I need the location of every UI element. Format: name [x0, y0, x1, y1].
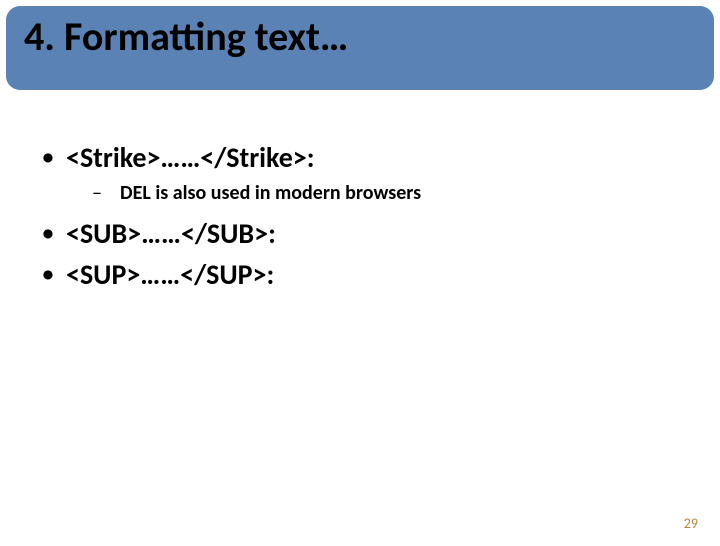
page-number: 29: [684, 515, 698, 532]
bullet-text: <SUB>……</SUB>:: [66, 216, 276, 252]
bullet-marker: •: [30, 140, 66, 174]
bullet-marker: •: [30, 257, 66, 291]
title-bar: 4. Formatting text…: [6, 6, 714, 90]
slide-content: • <Strike>……</Strike>: – DEL is also use…: [0, 90, 720, 293]
bullet-item: • <SUB>……</SUB>:: [30, 216, 690, 252]
bullet-marker: •: [30, 216, 66, 250]
bullet-text: <Strike>……</Strike>:: [66, 140, 314, 176]
sub-bullet-marker: –: [92, 180, 120, 206]
sub-bullet-text: DEL is also used in modern browsers: [120, 180, 421, 206]
bullet-item: • <Strike>……</Strike>:: [30, 140, 690, 176]
bullet-item: • <SUP>……</SUP>:: [30, 257, 690, 293]
slide-title: 4. Formatting text…: [24, 16, 348, 58]
bullet-text: <SUP>……</SUP>:: [66, 257, 274, 293]
sub-bullet-item: – DEL is also used in modern browsers: [92, 180, 690, 206]
